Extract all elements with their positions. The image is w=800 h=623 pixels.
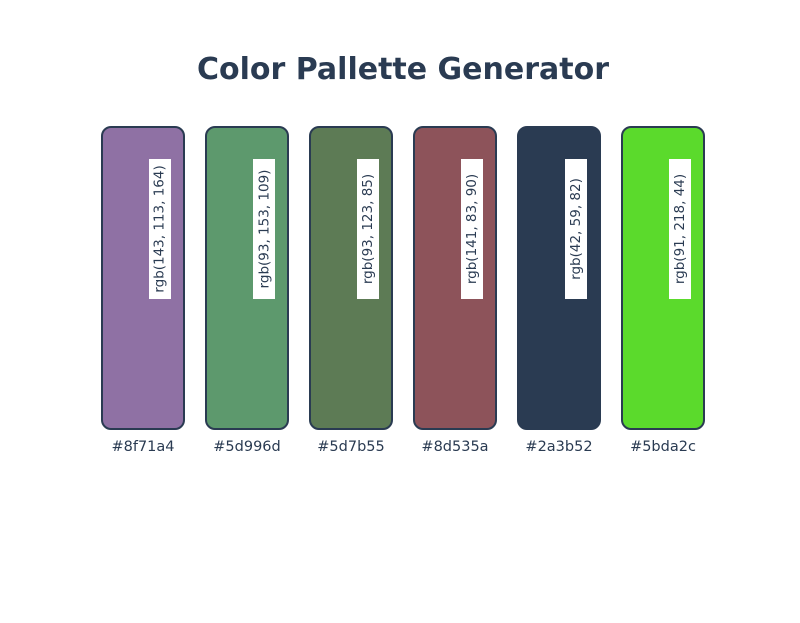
- rgb-label: rgb(42, 59, 82): [565, 159, 587, 299]
- hex-value: #5d996d: [213, 439, 281, 455]
- page-title: Color Pallette Generator: [196, 52, 610, 87]
- color-palette: rgb(143, 113, 164) #8f71a4 rgb(93, 153, …: [101, 126, 705, 466]
- color-swatch[interactable]: rgb(143, 113, 164): [101, 126, 185, 430]
- color-swatch[interactable]: rgb(93, 123, 85): [309, 126, 393, 430]
- color-swatch[interactable]: rgb(42, 59, 82): [517, 126, 601, 430]
- color-swatch[interactable]: rgb(91, 218, 44): [621, 126, 705, 430]
- rgb-value: rgb(93, 153, 109): [256, 169, 272, 289]
- rgb-value: rgb(143, 113, 164): [152, 165, 169, 293]
- rgb-label: rgb(143, 113, 164): [149, 159, 171, 299]
- rgb-value: rgb(91, 218, 44): [672, 173, 688, 285]
- rgb-label: rgb(93, 123, 85): [357, 159, 379, 299]
- rgb-label: rgb(91, 218, 44): [669, 159, 691, 299]
- color-swatch[interactable]: rgb(141, 83, 90): [413, 126, 497, 430]
- rgb-value: rgb(42, 59, 82): [568, 178, 584, 280]
- hex-value: #8f71a4: [111, 439, 175, 455]
- color-swatch[interactable]: rgb(93, 153, 109): [205, 126, 289, 430]
- rgb-label: rgb(141, 83, 90): [461, 159, 483, 299]
- rgb-label: rgb(93, 153, 109): [253, 159, 275, 299]
- hex-value: #5bda2c: [630, 439, 696, 455]
- rgb-value: rgb(141, 83, 90): [464, 173, 480, 285]
- hex-value: #5d7b55: [317, 439, 385, 455]
- hex-value: #2a3b52: [525, 439, 593, 455]
- rgb-value: rgb(93, 123, 85): [360, 173, 376, 285]
- hex-value: #8d535a: [421, 439, 489, 455]
